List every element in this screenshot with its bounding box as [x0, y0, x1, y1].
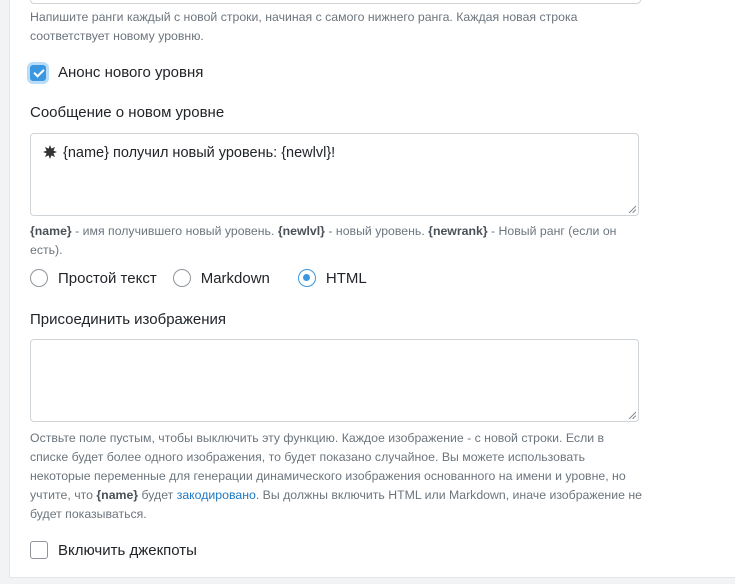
- images-help-part2: будет: [138, 488, 177, 502]
- radio-html-circle[interactable]: [297, 269, 316, 287]
- resize-grip-icon[interactable]: [628, 205, 636, 213]
- radio-markdown-label: Markdown: [200, 269, 270, 287]
- announce-label: Анонс нового уровня: [58, 64, 204, 81]
- images-help-text: Оствьте поле пустым, чтобы выключить эту…: [30, 429, 645, 524]
- var-newlvl-desc: - новый уровень.: [324, 224, 429, 238]
- resize-grip-icon[interactable]: [628, 411, 636, 419]
- images-textarea[interactable]: [30, 339, 639, 422]
- encoded-link[interactable]: закодировано: [177, 488, 256, 502]
- jackpots-row[interactable]: Включить джекпоты: [30, 541, 197, 559]
- var-newlvl: {newlvl}: [277, 224, 325, 238]
- announce-checkbox[interactable]: [30, 64, 46, 81]
- radio-markdown[interactable]: Markdown: [172, 269, 270, 287]
- var-newrank: {newrank}: [428, 224, 488, 238]
- variables-help-text: {name} - имя получившего новый уровень. …: [30, 222, 650, 260]
- settings-panel: Напишите ранги каждый с новой строки, на…: [9, 0, 735, 578]
- radio-markdown-circle[interactable]: [172, 269, 191, 287]
- var-name: {name}: [30, 224, 72, 238]
- radio-plain-text-circle[interactable]: [30, 269, 48, 287]
- jackpots-checkbox[interactable]: [30, 541, 48, 559]
- ranks-help-text: Напишите ранги каждый с новой строки, на…: [30, 10, 578, 43]
- announce-row[interactable]: Анонс нового уровня: [30, 64, 203, 81]
- var-name-desc: - имя получившего новый уровень.: [71, 224, 278, 238]
- ranks-textarea[interactable]: [30, 0, 641, 4]
- message-value: {name} получил новый уровень: {newlvl}!: [63, 145, 336, 161]
- radio-plain-text[interactable]: Простой текст: [30, 269, 157, 287]
- radio-html-label: HTML: [325, 269, 367, 287]
- message-textarea[interactable]: {name} получил новый уровень: {newlvl}!: [30, 133, 639, 216]
- jackpots-label: Включить джекпоты: [58, 541, 197, 559]
- radio-plain-text-label: Простой текст: [58, 269, 157, 287]
- radio-html[interactable]: HTML: [297, 269, 367, 287]
- images-label: Присоединить изображения: [30, 311, 227, 328]
- format-radio-group: Простой текст Markdown HTML: [30, 269, 383, 287]
- images-help-var: {name}: [96, 488, 139, 502]
- message-label: Сообщение о новом уровне: [30, 104, 225, 121]
- star-burst-icon: [43, 145, 57, 163]
